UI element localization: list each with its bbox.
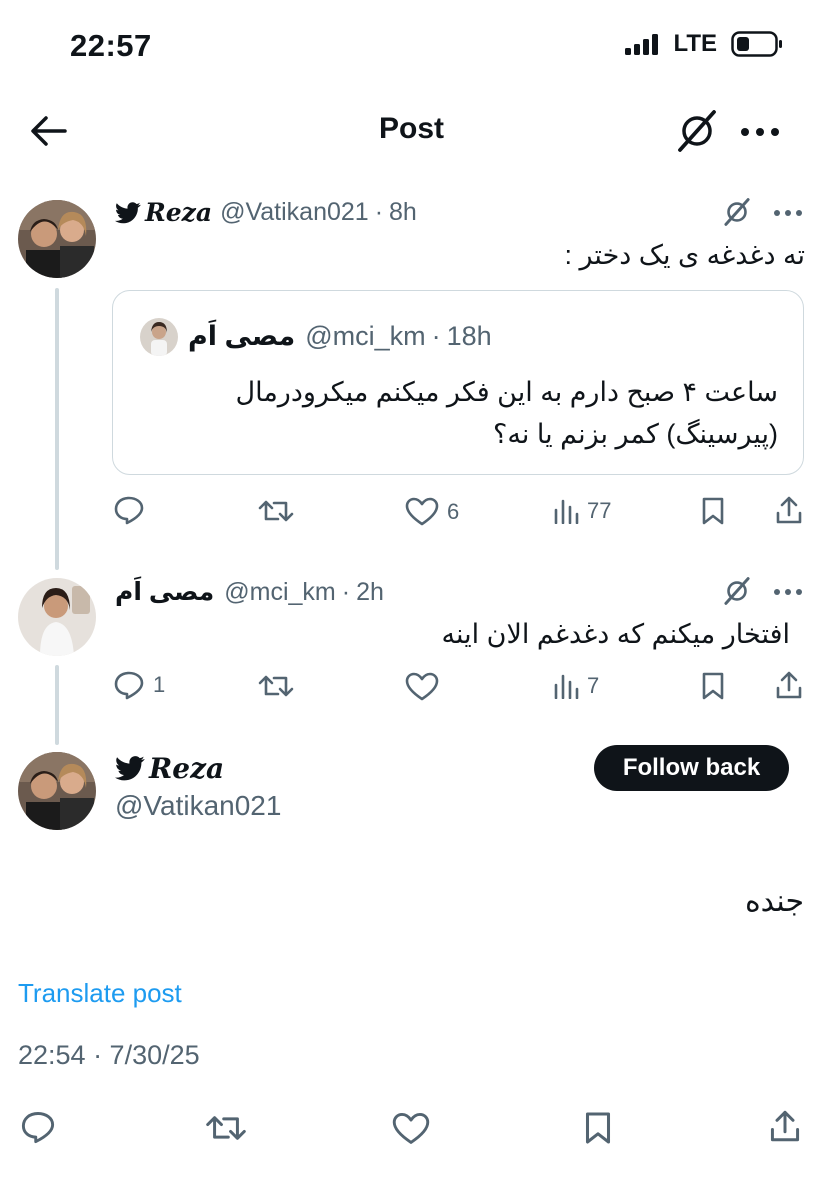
avatar-image <box>18 200 96 278</box>
tweet2-grok-button[interactable] <box>722 577 752 605</box>
retweet-icon <box>206 1116 246 1140</box>
grok-icon <box>724 577 750 605</box>
tweet2-author-handle[interactable]: @mci_km <box>224 578 336 607</box>
tweet1-views-count: 77 <box>587 498 612 523</box>
tweet2-separator: · <box>341 577 351 606</box>
tweet1-author-handle[interactable]: @Vatikan021 <box>220 198 369 227</box>
battery-icon <box>731 31 782 57</box>
thread-connector <box>55 665 59 745</box>
bookmark-icon <box>702 497 724 525</box>
reply-icon <box>21 1112 55 1144</box>
avatar-image <box>18 578 96 656</box>
bookmark-icon <box>585 1112 611 1144</box>
avatar-image <box>18 752 96 830</box>
tweet2-author-name[interactable]: مصی اَم <box>115 577 214 607</box>
tweet1-share-button[interactable] <box>775 495 803 525</box>
reply-icon <box>114 671 144 700</box>
tweet2-like-button[interactable] <box>405 672 439 702</box>
more-options-button[interactable] <box>740 126 780 138</box>
quoted-author-name[interactable]: مصی اَم <box>188 321 295 352</box>
quoted-time[interactable]: 18h <box>447 321 492 352</box>
quoted-author-handle[interactable]: @mci_km <box>305 321 425 352</box>
heart-icon <box>405 672 439 701</box>
avatar-image <box>140 318 178 356</box>
views-icon <box>554 499 579 524</box>
tweet1-time[interactable]: 8h <box>389 198 417 227</box>
quoted-avatar[interactable] <box>140 318 178 356</box>
main-post-text: جنده <box>744 885 804 918</box>
more-dots-icon <box>774 589 802 595</box>
tweet1-meta: Reza @Vatikan021 · 8h <box>115 198 417 227</box>
follow-back-button[interactable]: Follow back <box>594 745 789 791</box>
main-reply-button[interactable] <box>20 1110 56 1144</box>
tweet2-bookmark-button[interactable] <box>701 671 725 701</box>
grok-icon <box>724 198 750 226</box>
status-time: 22:57 <box>70 28 152 63</box>
tweet2-reply-button[interactable]: 1 <box>113 670 165 700</box>
tweet1-author-name[interactable]: Reza <box>145 198 212 227</box>
bookmark-icon <box>702 672 724 700</box>
heart-icon <box>405 497 439 526</box>
tweet2-meta: مصی اَم @mci_km · 2h <box>115 577 384 607</box>
main-bookmark-button[interactable] <box>584 1110 612 1146</box>
tweet1-grok-button[interactable] <box>722 198 752 226</box>
tweet1-reply-button[interactable] <box>113 495 145 525</box>
main-author-handle[interactable]: @Vatikan021 <box>115 790 281 822</box>
tweet1-more-button[interactable] <box>773 209 803 217</box>
network-label: LTE <box>673 30 717 57</box>
main-like-button[interactable] <box>392 1112 430 1146</box>
main-author-name-row: Reza <box>115 752 224 785</box>
avatar-main-author[interactable] <box>18 752 96 830</box>
translate-post-link[interactable]: Translate post <box>18 978 182 1009</box>
signal-icon <box>625 34 659 55</box>
tweet1-views-button[interactable]: 77 <box>553 498 611 524</box>
tweet2-views-button[interactable]: 7 <box>553 673 599 699</box>
twitter-bird-icon <box>115 756 145 781</box>
heart-icon <box>392 1113 430 1144</box>
more-dots-icon <box>774 210 802 216</box>
quoted-text-line1: ساعت ۴ صبح دارم به این فکر میکنم میکرودر… <box>235 377 778 407</box>
main-author-name[interactable]: Reza <box>149 752 224 785</box>
share-icon <box>770 1110 800 1142</box>
post-timestamp[interactable]: 22:54 · 7/30/25 <box>18 1040 200 1071</box>
tweet1-retweet-button[interactable] <box>258 497 294 525</box>
grok-button[interactable] <box>674 110 720 152</box>
more-dots-icon <box>741 128 779 136</box>
tweet2-reply-count: 1 <box>153 672 166 697</box>
tweet1-like-count: 6 <box>447 499 460 524</box>
grok-icon <box>678 110 716 152</box>
tweet2-share-button[interactable] <box>775 670 803 700</box>
tweet2-more-button[interactable] <box>773 588 803 596</box>
tweet1-bookmark-button[interactable] <box>701 496 725 526</box>
avatar-mci[interactable] <box>18 578 96 656</box>
tweet2-text: افتخار میکنم که دغدغم الان اینه <box>441 619 791 649</box>
quoted-text-line2: (پیرسینگ) کمر بزنم یا نه؟ <box>493 419 778 449</box>
retweet-icon <box>258 500 294 522</box>
tweet1-like-button[interactable]: 6 <box>405 497 459 527</box>
tweet1-separator: · <box>374 198 384 226</box>
quoted-meta: مصی اَم @mci_km · 18h <box>188 321 492 352</box>
share-icon <box>776 496 802 524</box>
tweet2-time[interactable]: 2h <box>356 578 384 607</box>
quoted-separator: · <box>431 321 441 351</box>
status-indicators: LTE <box>625 30 783 58</box>
tweet2-views-count: 7 <box>587 673 600 698</box>
avatar-reza[interactable] <box>18 200 96 278</box>
main-share-button[interactable] <box>769 1108 801 1144</box>
main-retweet-button[interactable] <box>205 1112 247 1144</box>
tweet2-retweet-button[interactable] <box>258 672 294 700</box>
retweet-icon <box>258 675 294 697</box>
tweet1-text: ته دغدغه ی یک دختر : <box>564 240 805 270</box>
share-icon <box>776 671 802 699</box>
twitter-bird-icon <box>115 201 141 223</box>
views-icon <box>554 674 579 699</box>
reply-icon <box>114 496 144 525</box>
thread-connector <box>55 288 59 570</box>
